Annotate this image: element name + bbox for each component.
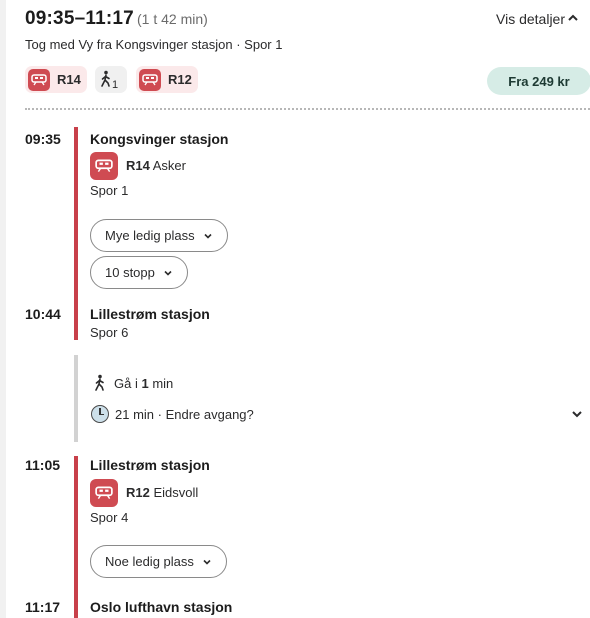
- trip-subtitle: Tog med Vy fra Kongsvinger stasjon · Spo…: [25, 37, 283, 52]
- departure-station: Kongsvinger stasjon: [90, 131, 229, 147]
- departure-time: 11:05: [25, 457, 61, 473]
- trip-duration: (1 t 42 min): [137, 11, 208, 27]
- walk-prefix: Gå i: [114, 375, 142, 391]
- chevron-up-icon[interactable]: [567, 13, 579, 23]
- details-toggle-label[interactable]: Vis detaljer: [496, 11, 565, 27]
- wait-info[interactable]: 21 min · Endre avgang?: [91, 405, 254, 423]
- price-badge[interactable]: Fra 249 kr: [487, 67, 590, 95]
- chevron-down-icon: [164, 270, 172, 276]
- stops-button[interactable]: 10 stopp: [90, 256, 188, 289]
- train-icon: [90, 152, 118, 180]
- arrival-station: Lillestrøm stasjon: [90, 306, 210, 322]
- walk-suffix: min: [148, 375, 174, 391]
- line-code: R14: [126, 158, 150, 173]
- line-code: R12: [126, 485, 150, 500]
- occupancy-label: Noe ledig plass: [105, 554, 194, 569]
- line-destination: Asker: [152, 158, 186, 173]
- arrival-station: Oslo lufthavn stasjon: [90, 599, 233, 615]
- occupancy-button[interactable]: Noe ledig plass: [90, 545, 227, 578]
- arrival-platform: Spor 6: [90, 325, 129, 340]
- departure-time: 09:35: [25, 131, 61, 147]
- line-info: R14 Asker: [126, 158, 186, 173]
- platform-label: Spor 4: [90, 510, 129, 525]
- trip-time-range: 09:35–11:17: [25, 8, 134, 29]
- arrival-time: 11:17: [25, 599, 61, 615]
- walk-chip: 1: [95, 66, 127, 93]
- transfer-line: [74, 355, 78, 442]
- walk-icon: [101, 70, 110, 87]
- stops-label: 10 stopp: [105, 265, 155, 280]
- line-chip-r14: R14: [25, 66, 87, 93]
- train-icon: [139, 68, 161, 91]
- walk-minutes: 1: [141, 375, 149, 391]
- line-chip-r12: R12: [136, 66, 198, 93]
- line-destination: Eidsvoll: [153, 485, 199, 500]
- departure-station: Lillestrøm stasjon: [90, 457, 210, 473]
- dotted-divider: [25, 108, 590, 110]
- arrival-time: 10:44: [25, 306, 61, 322]
- train-icon: [28, 68, 50, 91]
- train-icon: [90, 479, 118, 507]
- clock-icon: [91, 405, 109, 423]
- chevron-down-icon: [204, 233, 212, 239]
- walk-icon: [95, 374, 104, 391]
- leg-line-1: [74, 127, 78, 340]
- left-border: [0, 0, 6, 618]
- walk-count: 1: [112, 79, 119, 91]
- line-info: R12 Eidsvoll: [126, 485, 198, 500]
- chevron-down-icon[interactable]: [571, 409, 583, 419]
- occupancy-label: Mye ledig plass: [105, 228, 195, 243]
- walk-info: Gå i 1 min: [94, 374, 173, 392]
- chevron-down-icon: [203, 559, 211, 565]
- occupancy-button[interactable]: Mye ledig plass: [90, 219, 228, 252]
- leg-line-2: [74, 456, 78, 618]
- line-chip-label: R14: [57, 72, 81, 87]
- platform-label: Spor 1: [90, 183, 129, 198]
- wait-text: 21 min · Endre avgang?: [115, 406, 254, 422]
- line-chip-label: R12: [168, 72, 192, 87]
